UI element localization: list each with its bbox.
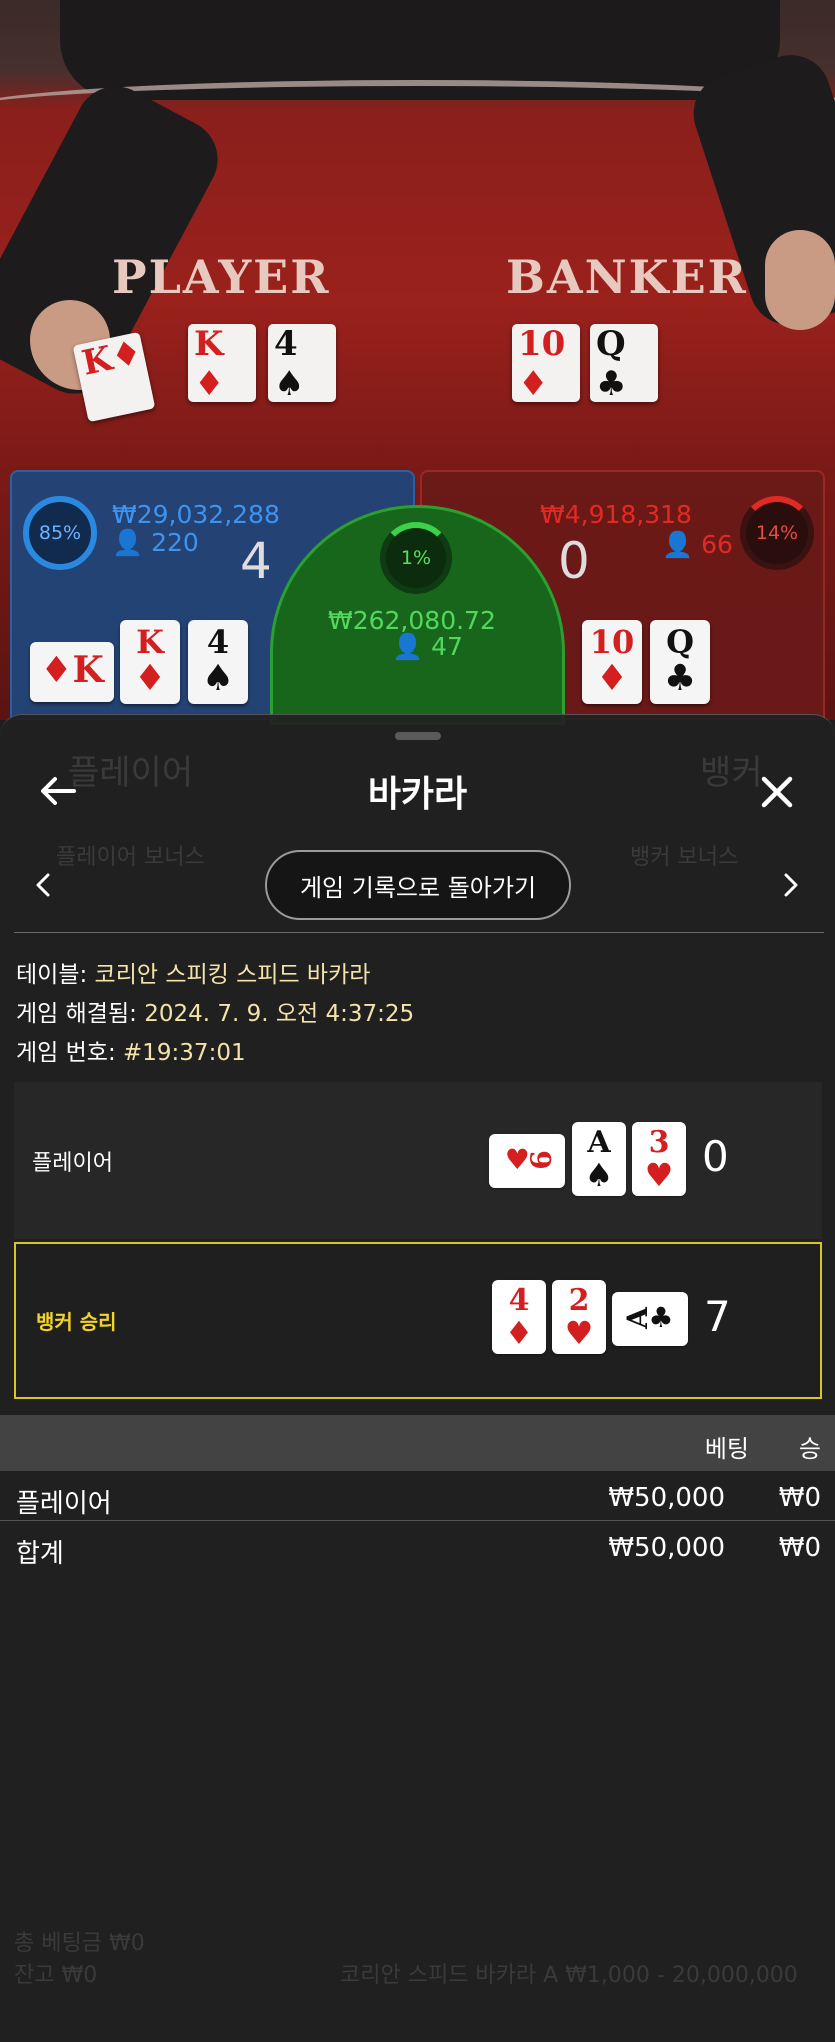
player-final-score: 0 xyxy=(702,1132,729,1181)
header-bet: 베팅 xyxy=(704,1435,749,1463)
bg-player-bonus: 플레이어 보너스 xyxy=(56,845,205,870)
bets-table-row: 플레이어 ₩50,000 ₩0 xyxy=(16,1483,821,1519)
felt-banker-label: BANKER xyxy=(506,250,748,304)
bg-total-bet: 총 베팅금 ₩0 xyxy=(14,1931,145,1956)
table-card: K♦ xyxy=(188,324,256,404)
player-score: 4 xyxy=(240,532,272,590)
bets-table-header: 베팅 승 xyxy=(0,1415,835,1471)
divider xyxy=(14,932,824,933)
tie-percent-ring: 1% xyxy=(380,522,452,594)
player-bet-amount: ₩29,032,288 xyxy=(112,500,280,529)
bets-total-row: 합계 ₩50,000 ₩0 xyxy=(16,1533,821,1569)
player-panel-card: ♦K xyxy=(30,642,114,702)
banker-percent-ring: 14% xyxy=(740,496,814,570)
game-number-info: 게임 번호: #19:37:01 xyxy=(16,1040,246,1066)
table-card: Q ♣ xyxy=(590,324,658,404)
resolved-time-info: 게임 해결됨: 2024. 7. 9. 오전 4:37:25 xyxy=(16,1001,415,1027)
banker-result-row: 뱅커 승리 4 ♦ 2 ♥ A♣ 7 xyxy=(14,1242,822,1399)
banker-panel-card: Q ♣ xyxy=(650,620,710,704)
table-card: 4 ♠ xyxy=(268,324,336,404)
player-bettor-count: 👤 220 xyxy=(112,528,199,557)
header-win: 승 xyxy=(798,1435,821,1463)
previous-round-button[interactable] xyxy=(28,865,58,905)
next-round-button[interactable] xyxy=(776,865,806,905)
close-icon xyxy=(761,776,793,808)
row-label-banker-win: 뱅커 승리 xyxy=(36,1310,117,1334)
game-history-sheet: 플레이어 뱅커 플레이어 보너스 뱅커 보너스 총 베팅금 ₩0 잔고 ₩0 코… xyxy=(0,714,835,2042)
table-card: K♦ xyxy=(72,331,156,423)
dealer-right-hand xyxy=(765,230,835,330)
tie-bettor-count: 👤 47 xyxy=(392,632,463,661)
person-icon: 👤 xyxy=(392,632,424,661)
banker-bet-amount: ₩4,918,318 xyxy=(540,500,692,529)
result-card: 3 ♥ xyxy=(632,1122,686,1196)
banker-score: 0 xyxy=(558,532,590,590)
bg-banker-bonus: 뱅커 보너스 xyxy=(630,845,739,870)
bg-table-limits: 코리안 스피드 바카라 A ₩1,000 - 20,000,000 xyxy=(340,1963,798,1988)
person-icon: 👤 xyxy=(662,530,694,559)
banker-final-score: 7 xyxy=(704,1292,731,1341)
tie-bet-amount: ₩262,080.72 xyxy=(328,606,496,635)
result-card: 4 ♦ xyxy=(492,1280,546,1354)
back-to-history-button[interactable]: 게임 기록으로 돌아가기 xyxy=(265,850,571,920)
chevron-left-icon xyxy=(36,873,50,897)
banker-panel-card: 10 ♦ xyxy=(582,620,642,704)
chevron-right-icon xyxy=(784,873,798,897)
felt-player-label: PLAYER xyxy=(112,250,331,304)
banker-bettor-count: 👤 66 xyxy=(662,530,733,559)
row-label-player: 플레이어 xyxy=(32,1150,113,1176)
close-button[interactable] xyxy=(752,767,802,817)
table-info: 테이블: 코리안 스피킹 스피드 바카라 xyxy=(16,962,371,988)
sheet-grabber[interactable] xyxy=(395,732,441,740)
result-card: ♥9 xyxy=(489,1134,565,1188)
player-percent-ring: 85% xyxy=(23,496,97,570)
result-card: A♣ xyxy=(612,1292,688,1346)
result-card: A ♠ xyxy=(572,1122,626,1196)
player-panel-card: K ♦ xyxy=(120,620,180,704)
person-icon: 👤 xyxy=(112,528,144,557)
player-result-row: 플레이어 ♥9 A ♠ 3 ♥ 0 xyxy=(14,1082,822,1239)
player-panel-card: 4 ♠ xyxy=(188,620,248,704)
sheet-title: 바카라 xyxy=(367,774,468,815)
bg-balance: 잔고 ₩0 xyxy=(14,1963,98,1988)
table-card: 10 ♦ xyxy=(512,324,580,404)
result-card: 2 ♥ xyxy=(552,1280,606,1354)
divider xyxy=(0,1520,835,1521)
